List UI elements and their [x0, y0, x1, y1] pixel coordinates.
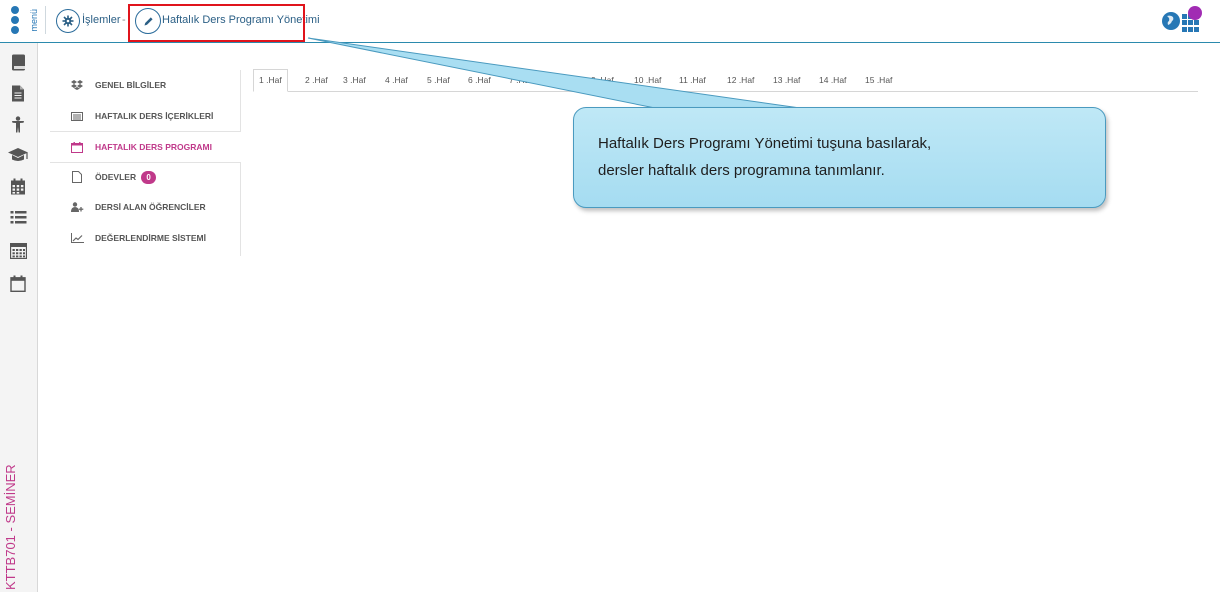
tutorial-callout: Haftalık Ders Programı Yönetimi tuşuna b…	[573, 107, 1106, 208]
callout-pointer	[307, 37, 801, 109]
callout-line-1: Haftalık Ders Programı Yönetimi tuşuna b…	[598, 135, 932, 152]
callout-text: Haftalık Ders Programı Yönetimi tuşuna b…	[598, 130, 1088, 184]
callout-line-2: dersler haftalık ders programına tanımla…	[598, 162, 885, 179]
